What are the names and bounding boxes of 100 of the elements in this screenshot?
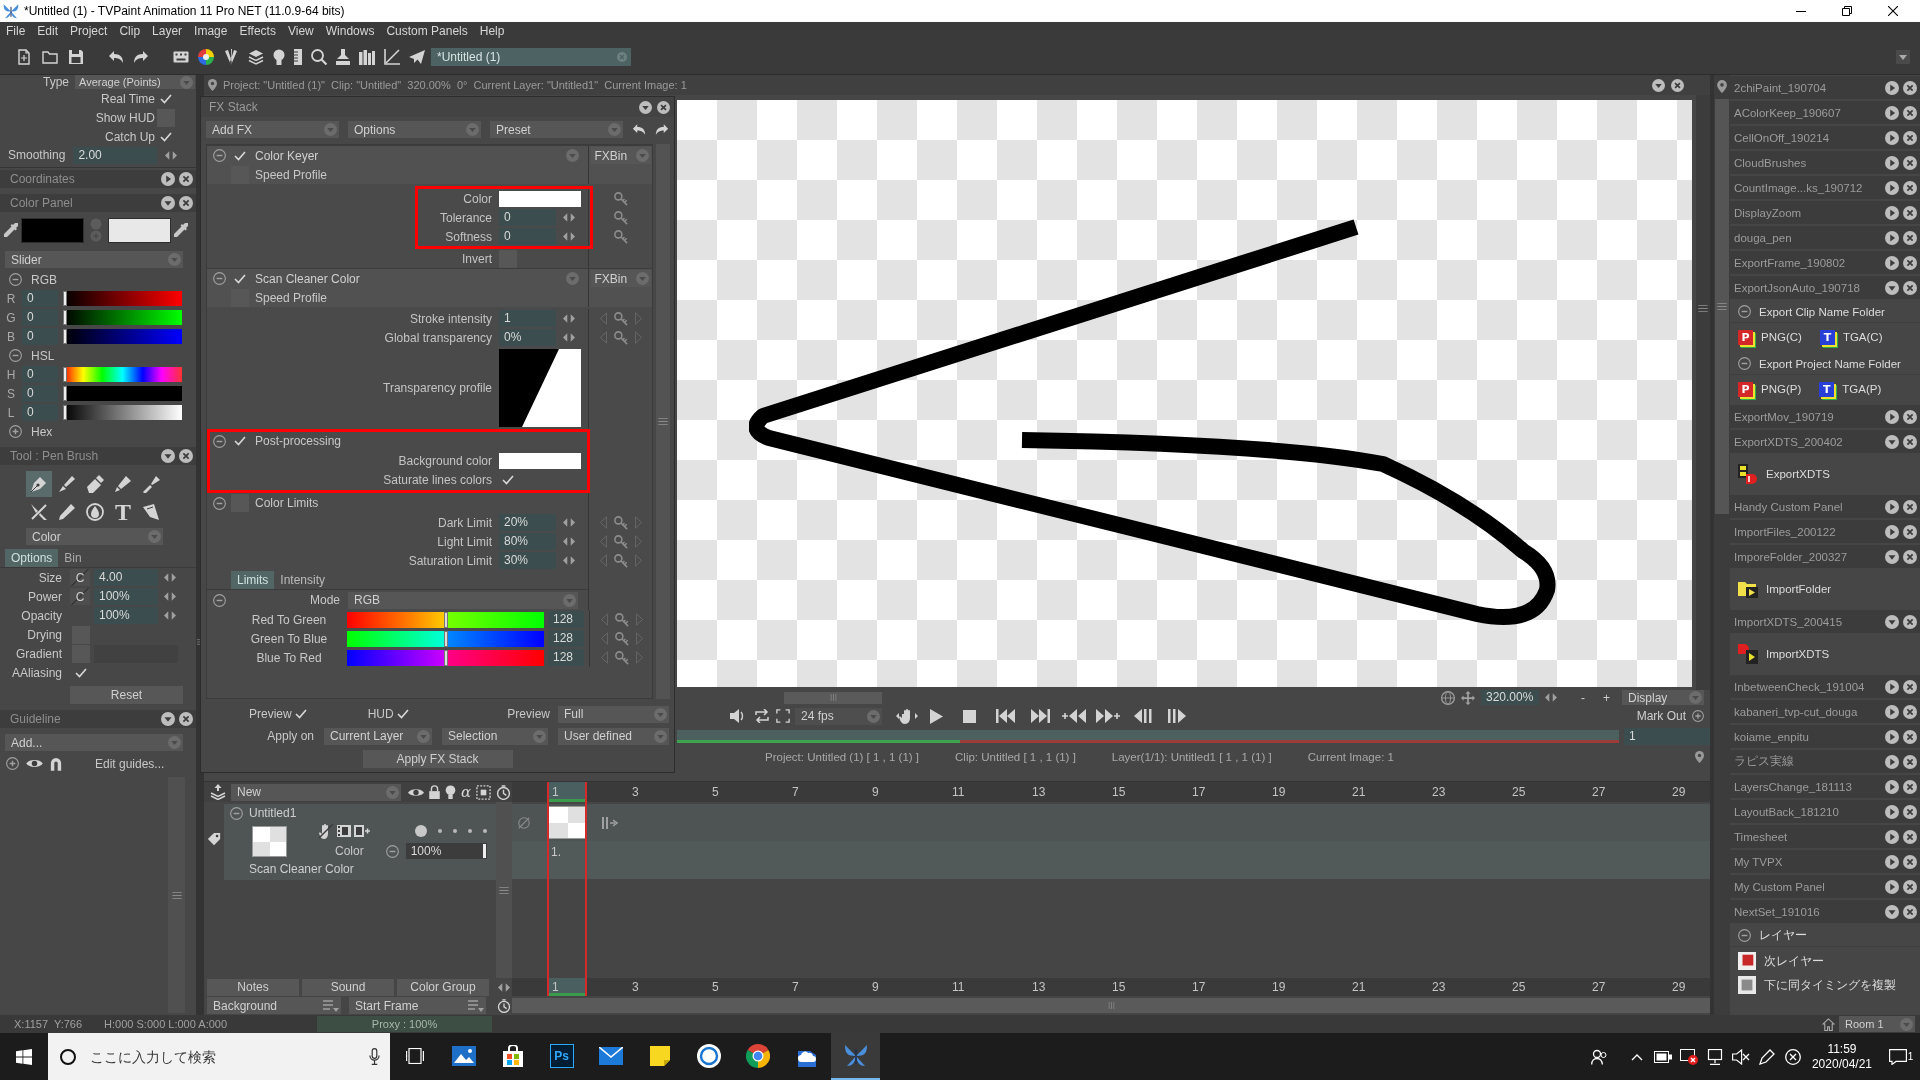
hand-arrows-icon[interactable] (896, 708, 918, 724)
frame-number[interactable]: 23 (1427, 978, 1467, 996)
play-circle-icon[interactable] (1885, 779, 1899, 794)
minus-circle-icon[interactable] (212, 272, 226, 285)
frame-number[interactable]: 23 (1427, 782, 1467, 802)
light-bulb-icon[interactable] (445, 785, 456, 799)
timeline-button[interactable]: Notes (207, 978, 299, 996)
key-icon[interactable] (613, 553, 628, 568)
frame-number[interactable]: 1 (547, 782, 587, 802)
frame-number[interactable]: 15 (1107, 978, 1147, 996)
play-circle-icon[interactable] (161, 172, 175, 186)
play-circle-icon[interactable] (1885, 409, 1899, 424)
frame-number[interactable]: 7 (787, 978, 827, 996)
film-icon[interactable] (337, 825, 351, 837)
slider-track[interactable] (63, 291, 182, 306)
bin-dropdown[interactable]: FXBin (590, 147, 651, 164)
play-circle-icon[interactable] (1885, 80, 1899, 95)
slider-thumb[interactable] (63, 329, 67, 344)
frame-number[interactable]: 13 (1027, 978, 1067, 996)
frame-number[interactable]: 5 (707, 978, 747, 996)
undo-arrow-icon[interactable] (632, 123, 646, 136)
plus-rewind-icon[interactable] (1062, 709, 1086, 723)
plus-circle-icon[interactable] (9, 425, 22, 438)
books-icon[interactable] (359, 49, 375, 65)
minus-circle-icon[interactable] (1738, 929, 1751, 942)
close-icon[interactable] (1903, 549, 1917, 564)
transparency-curve-graph[interactable] (499, 349, 581, 427)
close-icon[interactable] (1671, 78, 1684, 92)
step-forward-icon[interactable] (1168, 709, 1186, 723)
setting-field[interactable]: 4.00 (94, 569, 158, 586)
param-field[interactable]: 30% (499, 552, 556, 569)
close-icon[interactable] (1903, 854, 1917, 869)
panel-button[interactable]: 次レイヤー (1738, 949, 1824, 973)
add-fx-dropdown[interactable]: Add FX (206, 121, 339, 138)
frame-number[interactable]: 9 (867, 978, 907, 996)
apply-on-dropdown[interactable]: Selection (442, 727, 548, 745)
key-icon[interactable] (614, 612, 629, 627)
muted-speaker-icon[interactable] (1731, 1048, 1750, 1065)
color-swatch[interactable] (499, 452, 581, 469)
film-plus-icon[interactable] (354, 825, 370, 837)
pressure-curve-button[interactable]: C (70, 569, 90, 586)
channel-field[interactable]: 0 (22, 328, 58, 345)
slider-thumb[interactable] (63, 386, 67, 401)
panel-button[interactable]: ExportXDTS (1738, 457, 1830, 491)
zoom-field[interactable]: 320.00% (1481, 690, 1539, 705)
dot-icon[interactable] (483, 829, 487, 833)
document-tab[interactable]: *Untitled (1) (431, 48, 631, 66)
circle-x-icon[interactable] (1784, 1048, 1801, 1065)
menu-item[interactable]: Edit (31, 22, 65, 40)
color-swatch[interactable] (499, 190, 581, 207)
tab[interactable]: Options (5, 549, 59, 567)
frame-number[interactable]: 19 (1267, 978, 1307, 996)
stopwatch-icon[interactable] (496, 784, 512, 800)
close-icon[interactable] (1903, 130, 1917, 145)
stopwatch-icon[interactable] (497, 998, 511, 1013)
menu-item[interactable]: Custom Panels (380, 22, 474, 40)
setting-field[interactable]: 100% (94, 607, 158, 624)
close-icon[interactable] (1903, 180, 1917, 195)
play-circle-icon[interactable] (1885, 754, 1899, 769)
key-icon[interactable] (614, 650, 629, 665)
menu-item[interactable]: Layer (146, 22, 189, 40)
minus-circle-icon[interactable] (9, 273, 22, 286)
timeline-button[interactable]: Sound (302, 978, 394, 996)
folder-icon[interactable] (42, 50, 58, 64)
key-icon[interactable] (613, 229, 628, 244)
eye-icon[interactable] (26, 758, 43, 769)
down-arrow-circle-icon[interactable] (161, 196, 175, 210)
play-circle-icon[interactable] (1885, 155, 1899, 170)
frame-number[interactable]: 27 (1587, 978, 1627, 996)
brush-fan-icon[interactable] (223, 49, 239, 65)
tag-icon[interactable] (207, 832, 221, 846)
edit-guides-link[interactable]: Edit guides... (95, 756, 165, 771)
lock-icon[interactable] (429, 785, 440, 799)
slider-thumb[interactable] (443, 649, 448, 666)
close-icon[interactable] (1903, 729, 1917, 744)
down-arrow-circle-icon[interactable] (1885, 280, 1899, 295)
play-circle-icon[interactable] (1885, 255, 1899, 270)
close-icon[interactable] (1903, 904, 1917, 919)
tool-button[interactable]: T (110, 499, 136, 525)
guide-dropdown[interactable]: Add... (5, 734, 183, 751)
slider-thumb[interactable] (482, 844, 486, 858)
checkbox[interactable] (75, 667, 87, 678)
mode-dropdown[interactable]: RGB (348, 591, 578, 609)
taskbar-button[interactable]: Ps (537, 1033, 586, 1080)
close-icon[interactable] (1903, 105, 1917, 120)
close-icon[interactable] (1903, 80, 1917, 95)
frame-number[interactable]: 17 (1187, 978, 1227, 996)
panel-button[interactable]: P PNG(P) (1738, 377, 1802, 401)
tab[interactable]: Bin (58, 549, 88, 567)
frame-number[interactable]: 3 (627, 782, 667, 802)
close-icon[interactable] (1903, 280, 1917, 295)
slider-thumb[interactable] (443, 630, 448, 647)
checkbox[interactable] (231, 494, 249, 512)
background-dropdown[interactable]: Background (207, 997, 341, 1014)
checkbox[interactable] (499, 249, 517, 268)
timeline-button[interactable]: Color Group (397, 978, 489, 996)
eyedropper-icon[interactable] (173, 222, 189, 238)
range-field[interactable]: 128 (548, 630, 584, 647)
checkbox[interactable] (234, 150, 246, 161)
checkbox[interactable] (160, 93, 172, 104)
